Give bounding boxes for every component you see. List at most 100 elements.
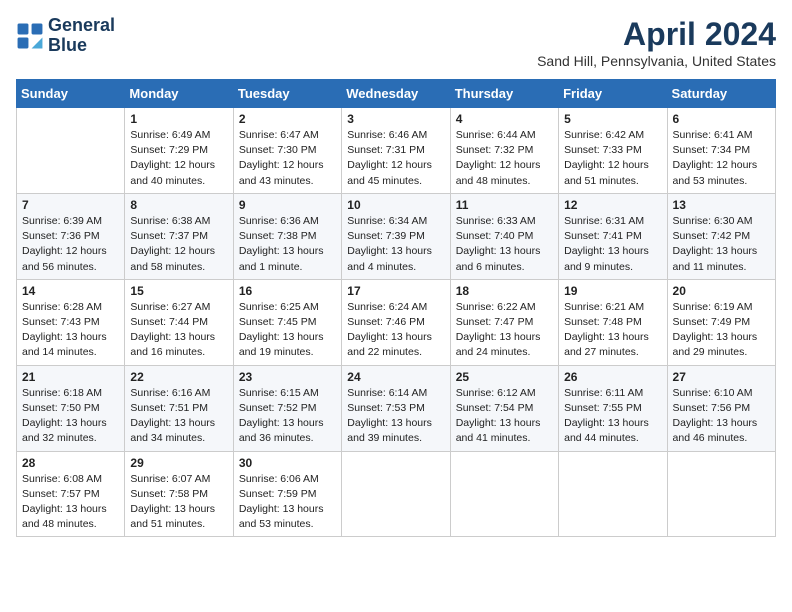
day-info: Sunrise: 6:25 AM Sunset: 7:45 PM Dayligh… bbox=[239, 300, 336, 361]
day-number: 3 bbox=[347, 112, 444, 126]
calendar-cell bbox=[667, 451, 775, 537]
day-info: Sunrise: 6:28 AM Sunset: 7:43 PM Dayligh… bbox=[22, 300, 119, 361]
calendar-table: SundayMondayTuesdayWednesdayThursdayFrid… bbox=[16, 79, 776, 537]
calendar-cell: 19 Sunrise: 6:21 AM Sunset: 7:48 PM Dayli… bbox=[559, 279, 667, 365]
day-number: 13 bbox=[673, 198, 770, 212]
calendar-cell: 2 Sunrise: 6:47 AM Sunset: 7:30 PM Daylig… bbox=[233, 108, 341, 194]
calendar-cell: 3 Sunrise: 6:46 AM Sunset: 7:31 PM Daylig… bbox=[342, 108, 450, 194]
day-number: 19 bbox=[564, 284, 661, 298]
day-info: Sunrise: 6:44 AM Sunset: 7:32 PM Dayligh… bbox=[456, 128, 553, 189]
day-number: 24 bbox=[347, 370, 444, 384]
day-info: Sunrise: 6:31 AM Sunset: 7:41 PM Dayligh… bbox=[564, 214, 661, 275]
day-info: Sunrise: 6:24 AM Sunset: 7:46 PM Dayligh… bbox=[347, 300, 444, 361]
weekday-header-row: SundayMondayTuesdayWednesdayThursdayFrid… bbox=[17, 80, 776, 108]
calendar-cell: 23Sunrise: 6:15 AM Sunset: 7:52 PM Dayli… bbox=[233, 365, 341, 451]
calendar-cell: 29 Sunrise: 6:07 AM Sunset: 7:58 PM Dayli… bbox=[125, 451, 233, 537]
calendar-cell: 7 Sunrise: 6:39 AM Sunset: 7:36 PM Daylig… bbox=[17, 193, 125, 279]
calendar-cell: 16Sunrise: 6:25 AM Sunset: 7:45 PM Dayli… bbox=[233, 279, 341, 365]
day-info: Sunrise: 6:33 AM Sunset: 7:40 PM Dayligh… bbox=[456, 214, 553, 275]
weekday-header-cell: Monday bbox=[125, 80, 233, 108]
calendar-cell: 15 Sunrise: 6:27 AM Sunset: 7:44 PM Dayli… bbox=[125, 279, 233, 365]
calendar-cell bbox=[559, 451, 667, 537]
day-info: Sunrise: 6:41 AM Sunset: 7:34 PM Dayligh… bbox=[673, 128, 770, 189]
day-info: Sunrise: 6:22 AM Sunset: 7:47 PM Dayligh… bbox=[456, 300, 553, 361]
day-info: Sunrise: 6:15 AM Sunset: 7:52 PM Dayligh… bbox=[239, 386, 336, 447]
weekday-header-cell: Thursday bbox=[450, 80, 558, 108]
day-number: 20 bbox=[673, 284, 770, 298]
page-header: General Blue April 2024 Sand Hill, Penns… bbox=[16, 16, 776, 69]
calendar-cell: 18Sunrise: 6:22 AM Sunset: 7:47 PM Dayli… bbox=[450, 279, 558, 365]
month-title: April 2024 bbox=[537, 16, 776, 53]
day-number: 15 bbox=[130, 284, 227, 298]
day-info: Sunrise: 6:12 AM Sunset: 7:54 PM Dayligh… bbox=[456, 386, 553, 447]
calendar-cell: 22 Sunrise: 6:16 AM Sunset: 7:51 PM Dayli… bbox=[125, 365, 233, 451]
day-info: Sunrise: 6:36 AM Sunset: 7:38 PM Dayligh… bbox=[239, 214, 336, 275]
calendar-cell: 9Sunrise: 6:36 AM Sunset: 7:38 PM Daylig… bbox=[233, 193, 341, 279]
day-number: 22 bbox=[130, 370, 227, 384]
calendar-week-row: 14 Sunrise: 6:28 AM Sunset: 7:43 PM Dayli… bbox=[17, 279, 776, 365]
weekday-header-cell: Wednesday bbox=[342, 80, 450, 108]
day-info: Sunrise: 6:30 AM Sunset: 7:42 PM Dayligh… bbox=[673, 214, 770, 275]
day-info: Sunrise: 6:14 AM Sunset: 7:53 PM Dayligh… bbox=[347, 386, 444, 447]
day-number: 25 bbox=[456, 370, 553, 384]
calendar-week-row: 7 Sunrise: 6:39 AM Sunset: 7:36 PM Daylig… bbox=[17, 193, 776, 279]
day-number: 30 bbox=[239, 456, 336, 470]
calendar-body: 1 Sunrise: 6:49 AM Sunset: 7:29 PM Daylig… bbox=[17, 108, 776, 537]
day-number: 8 bbox=[130, 198, 227, 212]
day-info: Sunrise: 6:34 AM Sunset: 7:39 PM Dayligh… bbox=[347, 214, 444, 275]
day-number: 12 bbox=[564, 198, 661, 212]
day-info: Sunrise: 6:21 AM Sunset: 7:48 PM Dayligh… bbox=[564, 300, 661, 361]
day-info: Sunrise: 6:42 AM Sunset: 7:33 PM Dayligh… bbox=[564, 128, 661, 189]
calendar-cell: 30 Sunrise: 6:06 AM Sunset: 7:59 PM Dayli… bbox=[233, 451, 341, 537]
calendar-cell: 13 Sunrise: 6:30 AM Sunset: 7:42 PM Dayli… bbox=[667, 193, 775, 279]
day-info: Sunrise: 6:46 AM Sunset: 7:31 PM Dayligh… bbox=[347, 128, 444, 189]
calendar-week-row: 1 Sunrise: 6:49 AM Sunset: 7:29 PM Daylig… bbox=[17, 108, 776, 194]
day-number: 27 bbox=[673, 370, 770, 384]
calendar-cell: 26 Sunrise: 6:11 AM Sunset: 7:55 PM Dayli… bbox=[559, 365, 667, 451]
calendar-week-row: 28 Sunrise: 6:08 AM Sunset: 7:57 PM Dayli… bbox=[17, 451, 776, 537]
day-number: 6 bbox=[673, 112, 770, 126]
day-info: Sunrise: 6:10 AM Sunset: 7:56 PM Dayligh… bbox=[673, 386, 770, 447]
day-number: 29 bbox=[130, 456, 227, 470]
calendar-cell: 14 Sunrise: 6:28 AM Sunset: 7:43 PM Dayli… bbox=[17, 279, 125, 365]
day-number: 26 bbox=[564, 370, 661, 384]
day-info: Sunrise: 6:27 AM Sunset: 7:44 PM Dayligh… bbox=[130, 300, 227, 361]
weekday-header-cell: Friday bbox=[559, 80, 667, 108]
calendar-cell: 5 Sunrise: 6:42 AM Sunset: 7:33 PM Daylig… bbox=[559, 108, 667, 194]
calendar-cell: 27 Sunrise: 6:10 AM Sunset: 7:56 PM Dayli… bbox=[667, 365, 775, 451]
calendar-cell: 8 Sunrise: 6:38 AM Sunset: 7:37 PM Daylig… bbox=[125, 193, 233, 279]
day-number: 10 bbox=[347, 198, 444, 212]
calendar-cell: 1 Sunrise: 6:49 AM Sunset: 7:29 PM Daylig… bbox=[125, 108, 233, 194]
day-info: Sunrise: 6:38 AM Sunset: 7:37 PM Dayligh… bbox=[130, 214, 227, 275]
calendar-cell: 6 Sunrise: 6:41 AM Sunset: 7:34 PM Daylig… bbox=[667, 108, 775, 194]
calendar-cell: 17Sunrise: 6:24 AM Sunset: 7:46 PM Dayli… bbox=[342, 279, 450, 365]
weekday-header-cell: Tuesday bbox=[233, 80, 341, 108]
day-number: 5 bbox=[564, 112, 661, 126]
day-number: 14 bbox=[22, 284, 119, 298]
day-info: Sunrise: 6:07 AM Sunset: 7:58 PM Dayligh… bbox=[130, 472, 227, 533]
calendar-week-row: 21Sunrise: 6:18 AM Sunset: 7:50 PM Dayli… bbox=[17, 365, 776, 451]
calendar-cell: 4 Sunrise: 6:44 AM Sunset: 7:32 PM Daylig… bbox=[450, 108, 558, 194]
day-number: 28 bbox=[22, 456, 119, 470]
day-info: Sunrise: 6:49 AM Sunset: 7:29 PM Dayligh… bbox=[130, 128, 227, 189]
calendar-cell bbox=[17, 108, 125, 194]
calendar-cell bbox=[450, 451, 558, 537]
day-info: Sunrise: 6:18 AM Sunset: 7:50 PM Dayligh… bbox=[22, 386, 119, 447]
day-number: 7 bbox=[22, 198, 119, 212]
day-number: 1 bbox=[130, 112, 227, 126]
calendar-cell: 25 Sunrise: 6:12 AM Sunset: 7:54 PM Dayli… bbox=[450, 365, 558, 451]
weekday-header-cell: Saturday bbox=[667, 80, 775, 108]
day-info: Sunrise: 6:11 AM Sunset: 7:55 PM Dayligh… bbox=[564, 386, 661, 447]
day-number: 2 bbox=[239, 112, 336, 126]
day-number: 4 bbox=[456, 112, 553, 126]
day-info: Sunrise: 6:06 AM Sunset: 7:59 PM Dayligh… bbox=[239, 472, 336, 533]
location: Sand Hill, Pennsylvania, United States bbox=[537, 53, 776, 69]
day-number: 11 bbox=[456, 198, 553, 212]
logo: General Blue bbox=[16, 16, 115, 56]
day-info: Sunrise: 6:16 AM Sunset: 7:51 PM Dayligh… bbox=[130, 386, 227, 447]
day-info: Sunrise: 6:39 AM Sunset: 7:36 PM Dayligh… bbox=[22, 214, 119, 275]
day-info: Sunrise: 6:08 AM Sunset: 7:57 PM Dayligh… bbox=[22, 472, 119, 533]
logo-icon bbox=[16, 22, 44, 50]
day-info: Sunrise: 6:47 AM Sunset: 7:30 PM Dayligh… bbox=[239, 128, 336, 189]
calendar-cell: 20Sunrise: 6:19 AM Sunset: 7:49 PM Dayli… bbox=[667, 279, 775, 365]
